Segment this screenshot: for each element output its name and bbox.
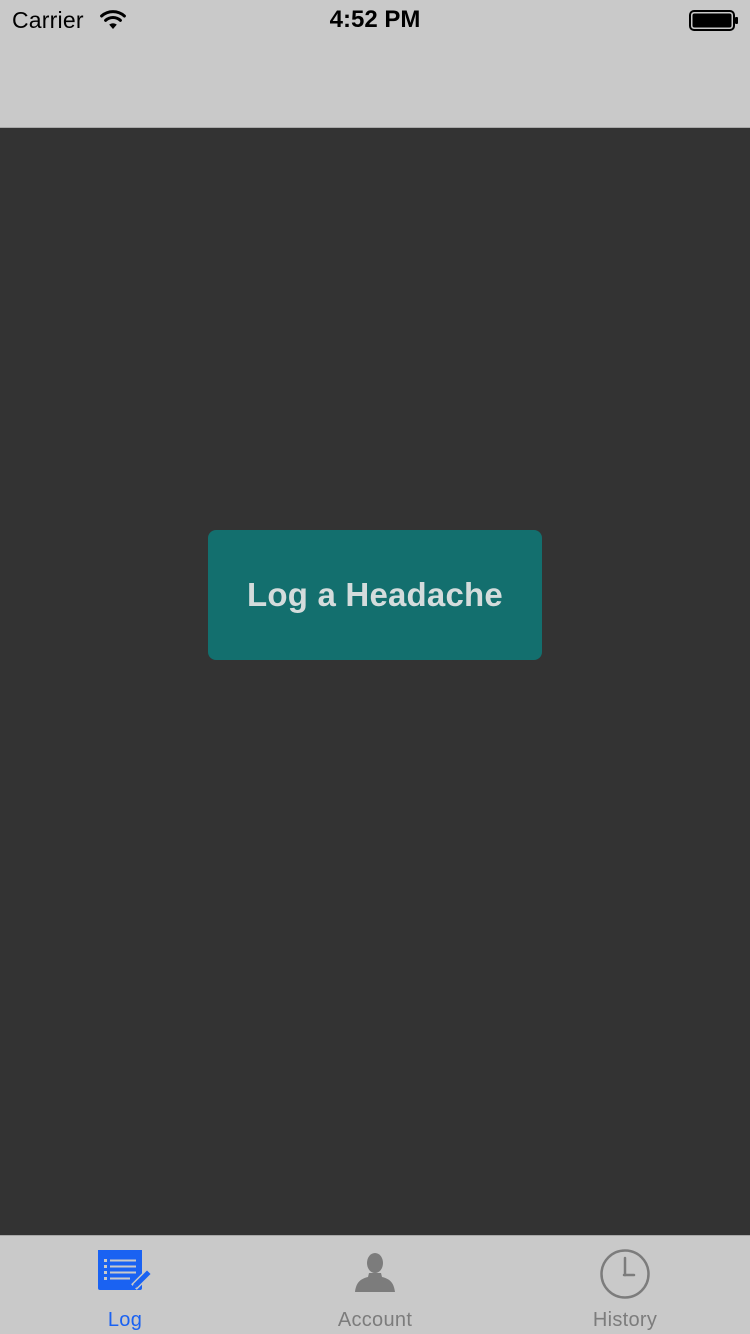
tab-history[interactable]: History <box>500 1236 750 1334</box>
app-screen: Carrier 4:52 PM Log a Headache Log Accou… <box>0 0 750 1334</box>
log-list-icon <box>97 1248 153 1300</box>
history-clock-icon <box>597 1248 653 1300</box>
log-headache-button[interactable]: Log a Headache <box>208 530 542 660</box>
battery-full-icon <box>689 10 738 31</box>
tab-log[interactable]: Log <box>0 1236 250 1334</box>
account-person-icon <box>347 1248 403 1300</box>
navigation-bar: Carrier 4:52 PM <box>0 0 750 128</box>
tab-label-log: Log <box>107 1309 143 1331</box>
clock-label: 4:52 PM <box>329 6 421 33</box>
tab-label-history: History <box>592 1309 658 1331</box>
tab-bar: Log Account History <box>0 1235 750 1334</box>
tab-label-account: Account <box>337 1309 413 1331</box>
status-bar: Carrier 4:52 PM <box>0 0 750 40</box>
tab-account[interactable]: Account <box>250 1236 500 1334</box>
